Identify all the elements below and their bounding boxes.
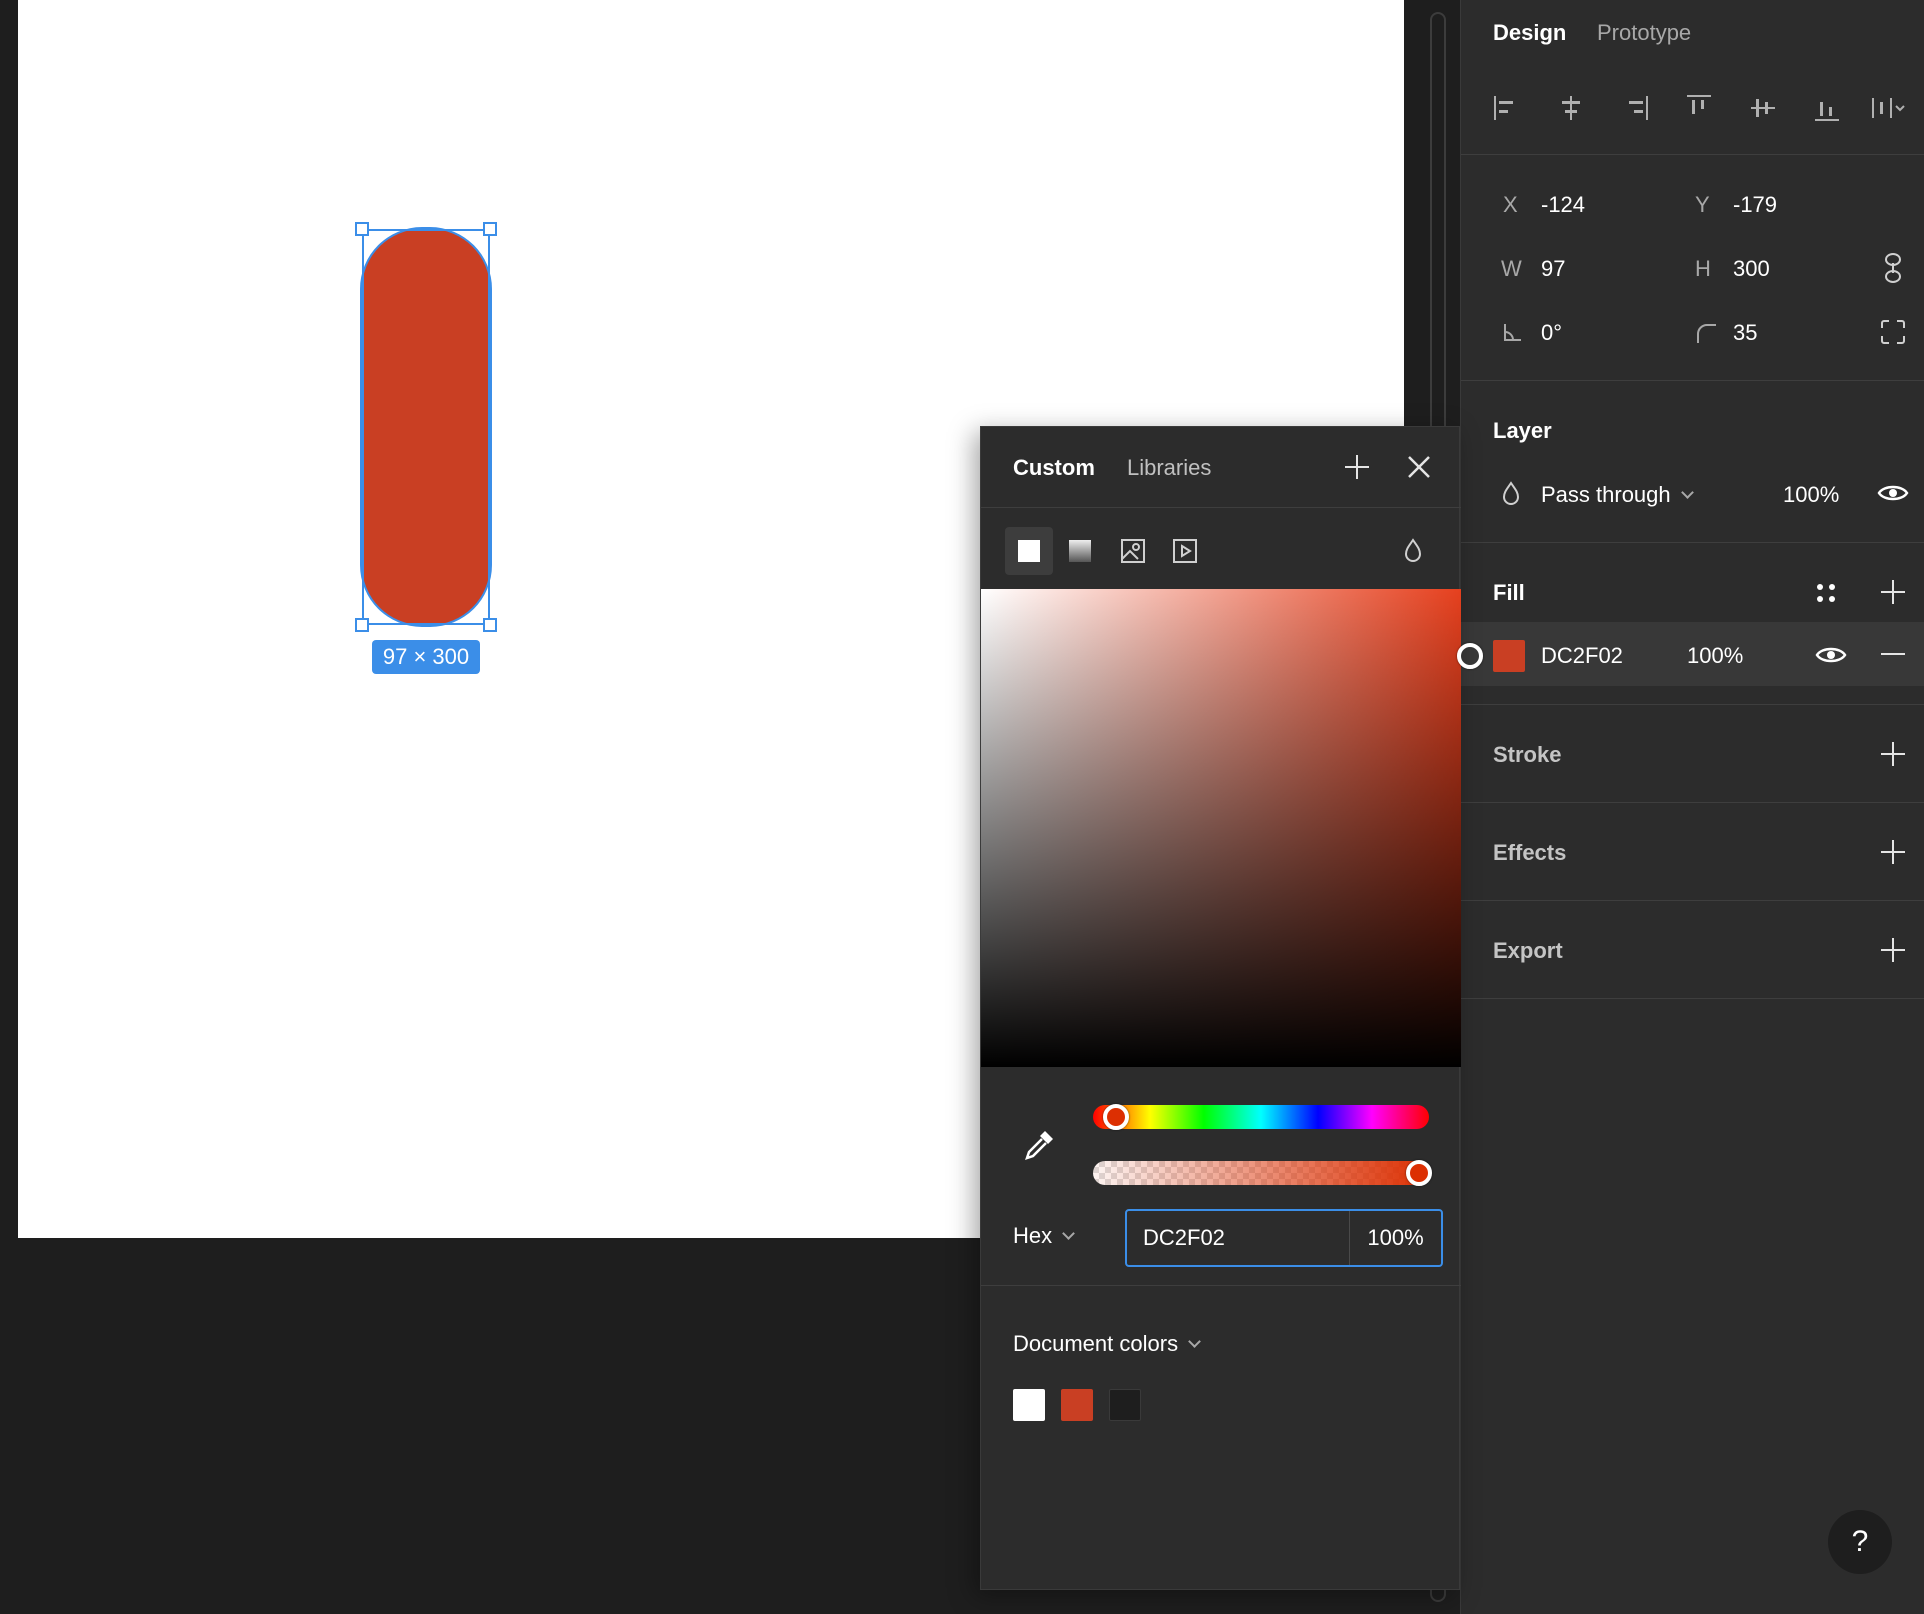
effects-section-title: Effects xyxy=(1493,840,1567,865)
divider xyxy=(1461,154,1924,155)
document-color-swatch[interactable] xyxy=(1013,1389,1045,1421)
x-label: X xyxy=(1503,192,1518,217)
fill-section-title: Fill xyxy=(1493,580,1525,605)
corner-radius-field[interactable]: 35 xyxy=(1733,320,1757,346)
tab-prototype[interactable]: Prototype xyxy=(1597,20,1691,46)
w-field[interactable]: 97 xyxy=(1541,256,1565,282)
fill-row[interactable]: DC2F02 100% xyxy=(1461,622,1924,686)
hue-slider[interactable] xyxy=(1093,1105,1429,1129)
add-effect-plus-icon[interactable] xyxy=(1881,840,1905,864)
add-stroke-plus-icon[interactable] xyxy=(1881,742,1905,766)
color-model-label: Hex xyxy=(1013,1223,1053,1248)
close-icon[interactable] xyxy=(1405,453,1433,486)
gradient-fill-icon[interactable] xyxy=(1069,540,1091,562)
h-label: H xyxy=(1695,256,1711,281)
video-fill-icon[interactable] xyxy=(1171,537,1199,570)
chevron-down-icon xyxy=(1062,1227,1075,1240)
saturation-value-field[interactable] xyxy=(981,589,1461,1067)
divider xyxy=(981,507,1461,508)
y-field[interactable]: -179 xyxy=(1733,192,1777,218)
w-label: W xyxy=(1501,256,1522,281)
blend-mode-icon[interactable] xyxy=(1403,537,1423,568)
stroke-section-title: Stroke xyxy=(1493,742,1562,767)
tab-custom[interactable]: Custom xyxy=(1013,455,1095,481)
hue-slider-handle[interactable] xyxy=(1103,1104,1129,1130)
resize-handle-top-right[interactable] xyxy=(483,222,497,236)
fill-hex-field[interactable]: DC2F02 xyxy=(1541,643,1623,669)
eye-icon[interactable] xyxy=(1815,642,1847,673)
layer-opacity-field[interactable]: 100% xyxy=(1783,482,1839,508)
divider xyxy=(1461,802,1924,803)
divider xyxy=(981,1285,1461,1286)
remove-fill-minus-icon[interactable] xyxy=(1881,653,1905,655)
fill-color-swatch[interactable] xyxy=(1493,640,1525,672)
document-color-swatch[interactable] xyxy=(1061,1389,1093,1421)
document-colors-dropdown[interactable]: Document colors xyxy=(1013,1331,1201,1357)
saturation-value-handle[interactable] xyxy=(1457,643,1483,669)
alpha-input[interactable]: 100% xyxy=(1350,1211,1441,1265)
h-field[interactable]: 300 xyxy=(1733,256,1770,282)
fill-opacity-field[interactable]: 100% xyxy=(1687,643,1743,669)
divider xyxy=(1461,998,1924,999)
rounded-rectangle-shape[interactable] xyxy=(362,229,490,625)
divider xyxy=(1461,900,1924,901)
resize-handle-bottom-right[interactable] xyxy=(483,618,497,632)
styles-grid-icon[interactable] xyxy=(1813,580,1839,611)
resize-handle-top-left[interactable] xyxy=(355,222,369,236)
export-section-title: Export xyxy=(1493,938,1563,963)
eyedropper-icon[interactable] xyxy=(1021,1127,1057,1168)
divider xyxy=(1461,542,1924,543)
rotation-icon xyxy=(1501,322,1523,349)
blend-mode-label: Pass through xyxy=(1541,482,1671,507)
align-vertical-center-icon[interactable] xyxy=(1745,90,1781,126)
divider xyxy=(1461,704,1924,705)
alpha-slider-handle[interactable] xyxy=(1406,1160,1432,1186)
constrain-proportions-icon[interactable] xyxy=(1881,252,1905,289)
eye-icon[interactable] xyxy=(1877,480,1909,511)
color-picker-popover: Custom Libraries Hex 100% Document color… xyxy=(980,426,1483,1590)
document-colors-label: Document colors xyxy=(1013,1331,1179,1356)
tab-design[interactable]: Design xyxy=(1493,20,1566,46)
image-fill-icon[interactable] xyxy=(1119,537,1147,570)
y-label: Y xyxy=(1695,192,1710,217)
add-export-plus-icon[interactable] xyxy=(1881,938,1905,962)
divider xyxy=(1461,380,1924,381)
align-right-icon[interactable] xyxy=(1617,90,1653,126)
align-top-icon[interactable] xyxy=(1681,90,1717,126)
corner-radius-icon xyxy=(1695,322,1717,349)
alpha-slider[interactable] xyxy=(1093,1161,1429,1185)
align-left-icon[interactable] xyxy=(1489,90,1525,126)
hex-input[interactable] xyxy=(1127,1211,1349,1265)
tab-libraries[interactable]: Libraries xyxy=(1127,455,1211,481)
layer-section-title: Layer xyxy=(1493,418,1552,443)
color-model-dropdown[interactable]: Hex xyxy=(1013,1223,1075,1249)
rotation-field[interactable]: 0° xyxy=(1541,320,1562,346)
blend-mode-icon xyxy=(1501,480,1521,511)
blend-mode-dropdown[interactable]: Pass through xyxy=(1541,482,1694,508)
size-badge: 97 × 300 xyxy=(372,640,480,674)
distribute-icon[interactable] xyxy=(1869,90,1905,126)
solid-fill-icon[interactable] xyxy=(1005,527,1053,575)
chevron-down-icon xyxy=(1680,486,1694,499)
resize-handle-bottom-left[interactable] xyxy=(355,618,369,632)
add-fill-plus-icon[interactable] xyxy=(1881,580,1905,604)
help-button[interactable]: ? xyxy=(1828,1510,1892,1574)
align-horizontal-center-icon[interactable] xyxy=(1553,90,1589,126)
design-panel: Design Prototype X -124 Y -179 W 97 H 30… xyxy=(1460,0,1924,1614)
color-value-box: 100% xyxy=(1125,1209,1443,1267)
x-field[interactable]: -124 xyxy=(1541,192,1585,218)
document-color-swatch[interactable] xyxy=(1109,1389,1141,1421)
chevron-down-icon xyxy=(1188,1335,1201,1348)
add-swatch-plus-icon[interactable] xyxy=(1345,455,1369,479)
independent-corners-icon[interactable] xyxy=(1879,318,1907,351)
align-bottom-icon[interactable] xyxy=(1809,90,1845,126)
